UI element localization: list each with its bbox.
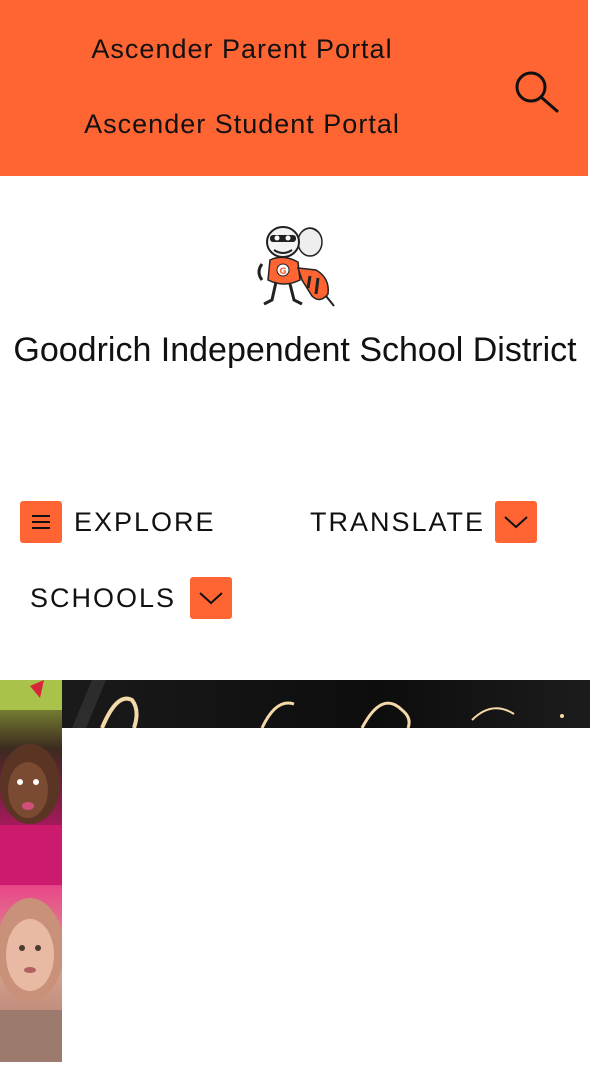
hamburger-menu-icon	[20, 501, 62, 543]
hornet-mascot-logo: G	[257, 226, 335, 307]
neon-sign-banner	[62, 680, 590, 728]
hero-slideshow[interactable]	[0, 680, 590, 1065]
translate-dropdown[interactable]: TRANSLATE	[310, 500, 538, 544]
schools-dropdown[interactable]: SCHOOLS	[30, 576, 233, 620]
ascender-parent-portal-link[interactable]: Ascender Parent Portal	[0, 34, 484, 65]
explore-menu-button[interactable]: EXPLORE	[20, 500, 216, 544]
search-button[interactable]	[510, 66, 562, 118]
explore-label: EXPLORE	[74, 506, 216, 537]
students-photo	[0, 680, 62, 1062]
schools-label: SCHOOLS	[30, 582, 177, 613]
top-bar: Ascender Parent Portal Ascender Student …	[0, 0, 588, 176]
chevron-down-icon	[190, 577, 233, 619]
search-icon	[515, 71, 559, 113]
svg-text:G: G	[279, 267, 286, 277]
chevron-down-icon	[495, 501, 538, 543]
district-name: Goodrich Independent School District	[13, 331, 577, 369]
district-logo[interactable]: G	[250, 220, 340, 310]
translate-label: TRANSLATE	[310, 506, 486, 537]
ascender-student-portal-link[interactable]: Ascender Student Portal	[0, 109, 484, 140]
